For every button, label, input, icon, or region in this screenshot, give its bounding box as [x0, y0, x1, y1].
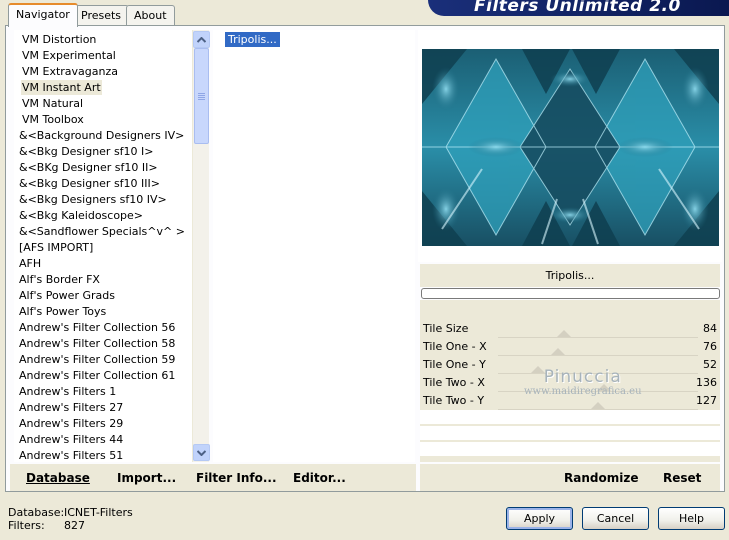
param-row[interactable]: Tile Two - X 136: [420, 374, 720, 392]
filter-list[interactable]: Tripolis...: [213, 30, 415, 462]
filter-item-selected[interactable]: Tripolis...: [225, 32, 280, 47]
category-item[interactable]: &<Bkg Kaleidoscope>: [18, 208, 144, 223]
scroll-up-button[interactable]: [193, 31, 210, 48]
category-item[interactable]: &<Bkg Designers sf10 IV>: [18, 192, 168, 207]
banner-title: Filters Unlimited 2.0: [474, 0, 681, 16]
filter-info-button[interactable]: Filter Info...: [196, 471, 277, 485]
category-item[interactable]: AFH: [18, 256, 42, 271]
database-status-value: ICNET-Filters: [64, 506, 133, 519]
editor-button[interactable]: Editor...: [293, 471, 346, 485]
category-item[interactable]: VM Natural: [21, 96, 84, 111]
category-item[interactable]: Andrew's Filter Collection 61: [18, 368, 176, 383]
param-name: Tile Two - X: [423, 376, 485, 389]
preview-filter-name: Tripolis...: [420, 264, 720, 287]
category-item[interactable]: Andrew's Filters 1: [18, 384, 117, 399]
param-slider-track[interactable]: [498, 409, 698, 410]
param-value: 136: [696, 376, 717, 389]
help-button[interactable]: Help: [658, 507, 725, 530]
progress-bar: [421, 288, 720, 299]
param-slider-thumb[interactable]: [591, 402, 605, 409]
param-row[interactable]: Tile Two - Y 127: [420, 392, 720, 410]
category-item[interactable]: VM Extravaganza: [21, 64, 119, 79]
randomize-button[interactable]: Randomize: [564, 471, 638, 485]
category-item[interactable]: &<Sandflower Specials^v^ >: [18, 224, 186, 239]
param-row[interactable]: Tile One - Y 52: [420, 356, 720, 374]
param-name: Tile Size: [423, 322, 469, 335]
param-slider-thumb[interactable]: [551, 348, 565, 355]
filters-status-label: Filters:: [8, 519, 45, 532]
scroll-thumb[interactable]: [194, 48, 209, 144]
param-value: 84: [703, 322, 717, 335]
chevron-up-icon: [197, 36, 206, 43]
filters-status-value: 827: [64, 519, 85, 532]
category-item[interactable]: Andrew's Filter Collection 59: [18, 352, 176, 367]
chevron-down-icon: [197, 449, 206, 456]
app-banner: Filters Unlimited 2.0: [428, 0, 729, 16]
database-status-label: Database:: [8, 506, 65, 519]
tab-presets[interactable]: Presets: [73, 5, 130, 26]
grip-icon: [198, 92, 205, 100]
apply-button[interactable]: Apply: [506, 507, 573, 530]
category-item[interactable]: VM Distortion: [21, 32, 97, 47]
category-item[interactable]: Andrew's Filter Collection 56: [18, 320, 176, 335]
category-item[interactable]: &<BKg Designer sf10 II>: [18, 160, 159, 175]
param-name: Tile One - Y: [423, 358, 486, 371]
category-scrollbar[interactable]: [192, 30, 210, 462]
category-item[interactable]: VM Toolbox: [21, 112, 85, 127]
category-item[interactable]: Andrew's Filter Collection 58: [18, 336, 176, 351]
empty-param-row: [420, 426, 720, 441]
category-item[interactable]: &<Bkg Designer sf10 III>: [18, 176, 161, 191]
category-item[interactable]: [AFS IMPORT]: [18, 240, 94, 255]
category-item[interactable]: Andrew's Filters 44: [18, 432, 124, 447]
reset-button[interactable]: Reset: [663, 471, 701, 485]
category-item[interactable]: Alf's Power Grads: [18, 288, 116, 303]
param-slider-thumb[interactable]: [557, 330, 571, 337]
category-item[interactable]: Andrew's Filters 27: [18, 400, 124, 415]
category-item[interactable]: Alf's Border FX: [18, 272, 101, 287]
empty-param-row: [420, 442, 720, 457]
database-button[interactable]: Database: [26, 471, 90, 485]
cancel-button[interactable]: Cancel: [582, 507, 649, 530]
category-item[interactable]: &<Bkg Designer sf10 I>: [18, 144, 155, 159]
tab-navigator[interactable]: Navigator: [8, 3, 78, 27]
category-item[interactable]: &<Background Designers IV>: [18, 128, 185, 143]
param-value: 52: [703, 358, 717, 371]
param-row[interactable]: Tile Size 84: [420, 320, 720, 338]
category-item[interactable]: Andrew's Filters 29: [18, 416, 124, 431]
database-label: Database: [26, 471, 90, 485]
param-value: 127: [696, 394, 717, 407]
status-area: Database: ICNET-Filters Filters: 827: [8, 506, 133, 532]
param-value: 76: [703, 340, 717, 353]
param-slider-thumb[interactable]: [597, 384, 611, 391]
category-item[interactable]: VM Instant Art: [21, 80, 102, 95]
param-name: Tile Two - Y: [423, 394, 485, 407]
parameter-panel: Tile Size 84 Tile One - X 76 Tile One - Y 52 T…: [420, 300, 720, 462]
category-item[interactable]: Alf's Power Toys: [18, 304, 107, 319]
preview-image: [422, 49, 719, 246]
empty-param-row: [420, 410, 720, 425]
scroll-down-button[interactable]: [193, 444, 210, 461]
param-name: Tile One - X: [423, 340, 487, 353]
category-item[interactable]: VM Experimental: [21, 48, 117, 63]
import-button[interactable]: Import...: [117, 471, 176, 485]
category-item[interactable]: Andrew's Filters 51: [18, 448, 124, 462]
tab-about[interactable]: About: [126, 5, 175, 26]
category-list[interactable]: VM Distortion VM Experimental VM Extravaga…: [14, 30, 192, 462]
param-row[interactable]: Tile One - X 76: [420, 338, 720, 356]
param-slider-thumb[interactable]: [531, 366, 545, 373]
